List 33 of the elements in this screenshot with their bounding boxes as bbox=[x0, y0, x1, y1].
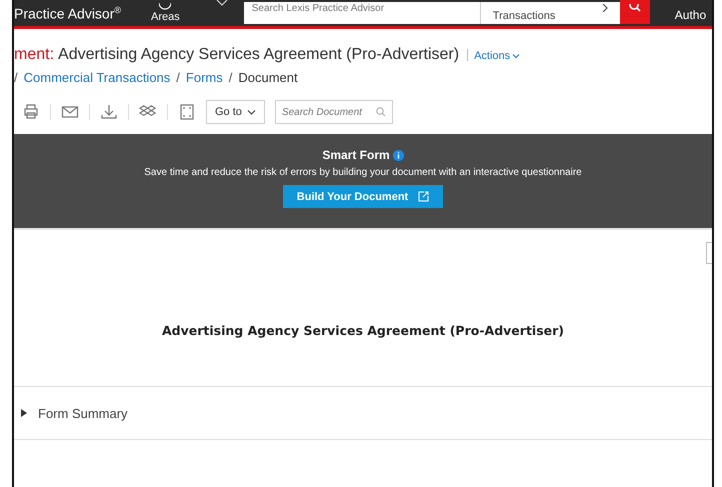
download-icon[interactable] bbox=[100, 103, 118, 121]
banner-text: Save time and reduce the risk of errors by building your document with an interactive questionnaire bbox=[144, 167, 582, 178]
actions-menu[interactable]: Actions bbox=[474, 50, 520, 62]
document-title: Advertising Agency Services Agreement (Pro-Advertiser) bbox=[14, 323, 712, 387]
goto-dropdown[interactable]: Go to bbox=[206, 100, 265, 124]
breadcrumb-link[interactable]: Forms bbox=[186, 70, 223, 85]
banner-title: Smart Form bbox=[322, 148, 390, 162]
document-search-field[interactable]: Search Document bbox=[274, 100, 393, 124]
search-button[interactable] bbox=[620, 0, 650, 24]
document-icon[interactable] bbox=[178, 103, 196, 121]
triangle-icon bbox=[20, 409, 28, 417]
breadcrumb-separator: / bbox=[176, 70, 180, 85]
breadcrumb-separator: / bbox=[228, 70, 232, 85]
breadcrumb-current: Document bbox=[238, 70, 298, 85]
info-icon bbox=[392, 150, 404, 160]
chevron-down-icon bbox=[216, 0, 228, 8]
brand-name[interactable]: Practice Advisor$^{®}$ bbox=[14, 5, 134, 26]
scope-dropdown[interactable]: Transactions bbox=[480, 2, 620, 24]
printer-icon[interactable] bbox=[22, 103, 40, 121]
section-header[interactable]: Form Summary bbox=[14, 387, 712, 440]
areas-menu[interactable]: Areas bbox=[151, 11, 180, 23]
page-title: Advertising Agency Services Agreement (Pro-Advertiser) bbox=[58, 46, 460, 64]
breadcrumb-separator: / bbox=[14, 70, 18, 85]
caret-icon bbox=[246, 110, 256, 114]
search-icon bbox=[376, 107, 386, 117]
page-title-prefix: ment: bbox=[14, 46, 54, 64]
search-icon bbox=[628, 4, 641, 12]
user-menu[interactable]: Autho bbox=[674, 8, 706, 26]
search-field[interactable]: Search Lexis Practice Advisor bbox=[244, 2, 480, 24]
breadcrumb-link[interactable]: Commercial Transactions bbox=[24, 70, 170, 85]
chevron-right-icon bbox=[602, 4, 608, 12]
external-link-icon bbox=[418, 191, 430, 202]
caret-icon bbox=[512, 54, 520, 58]
